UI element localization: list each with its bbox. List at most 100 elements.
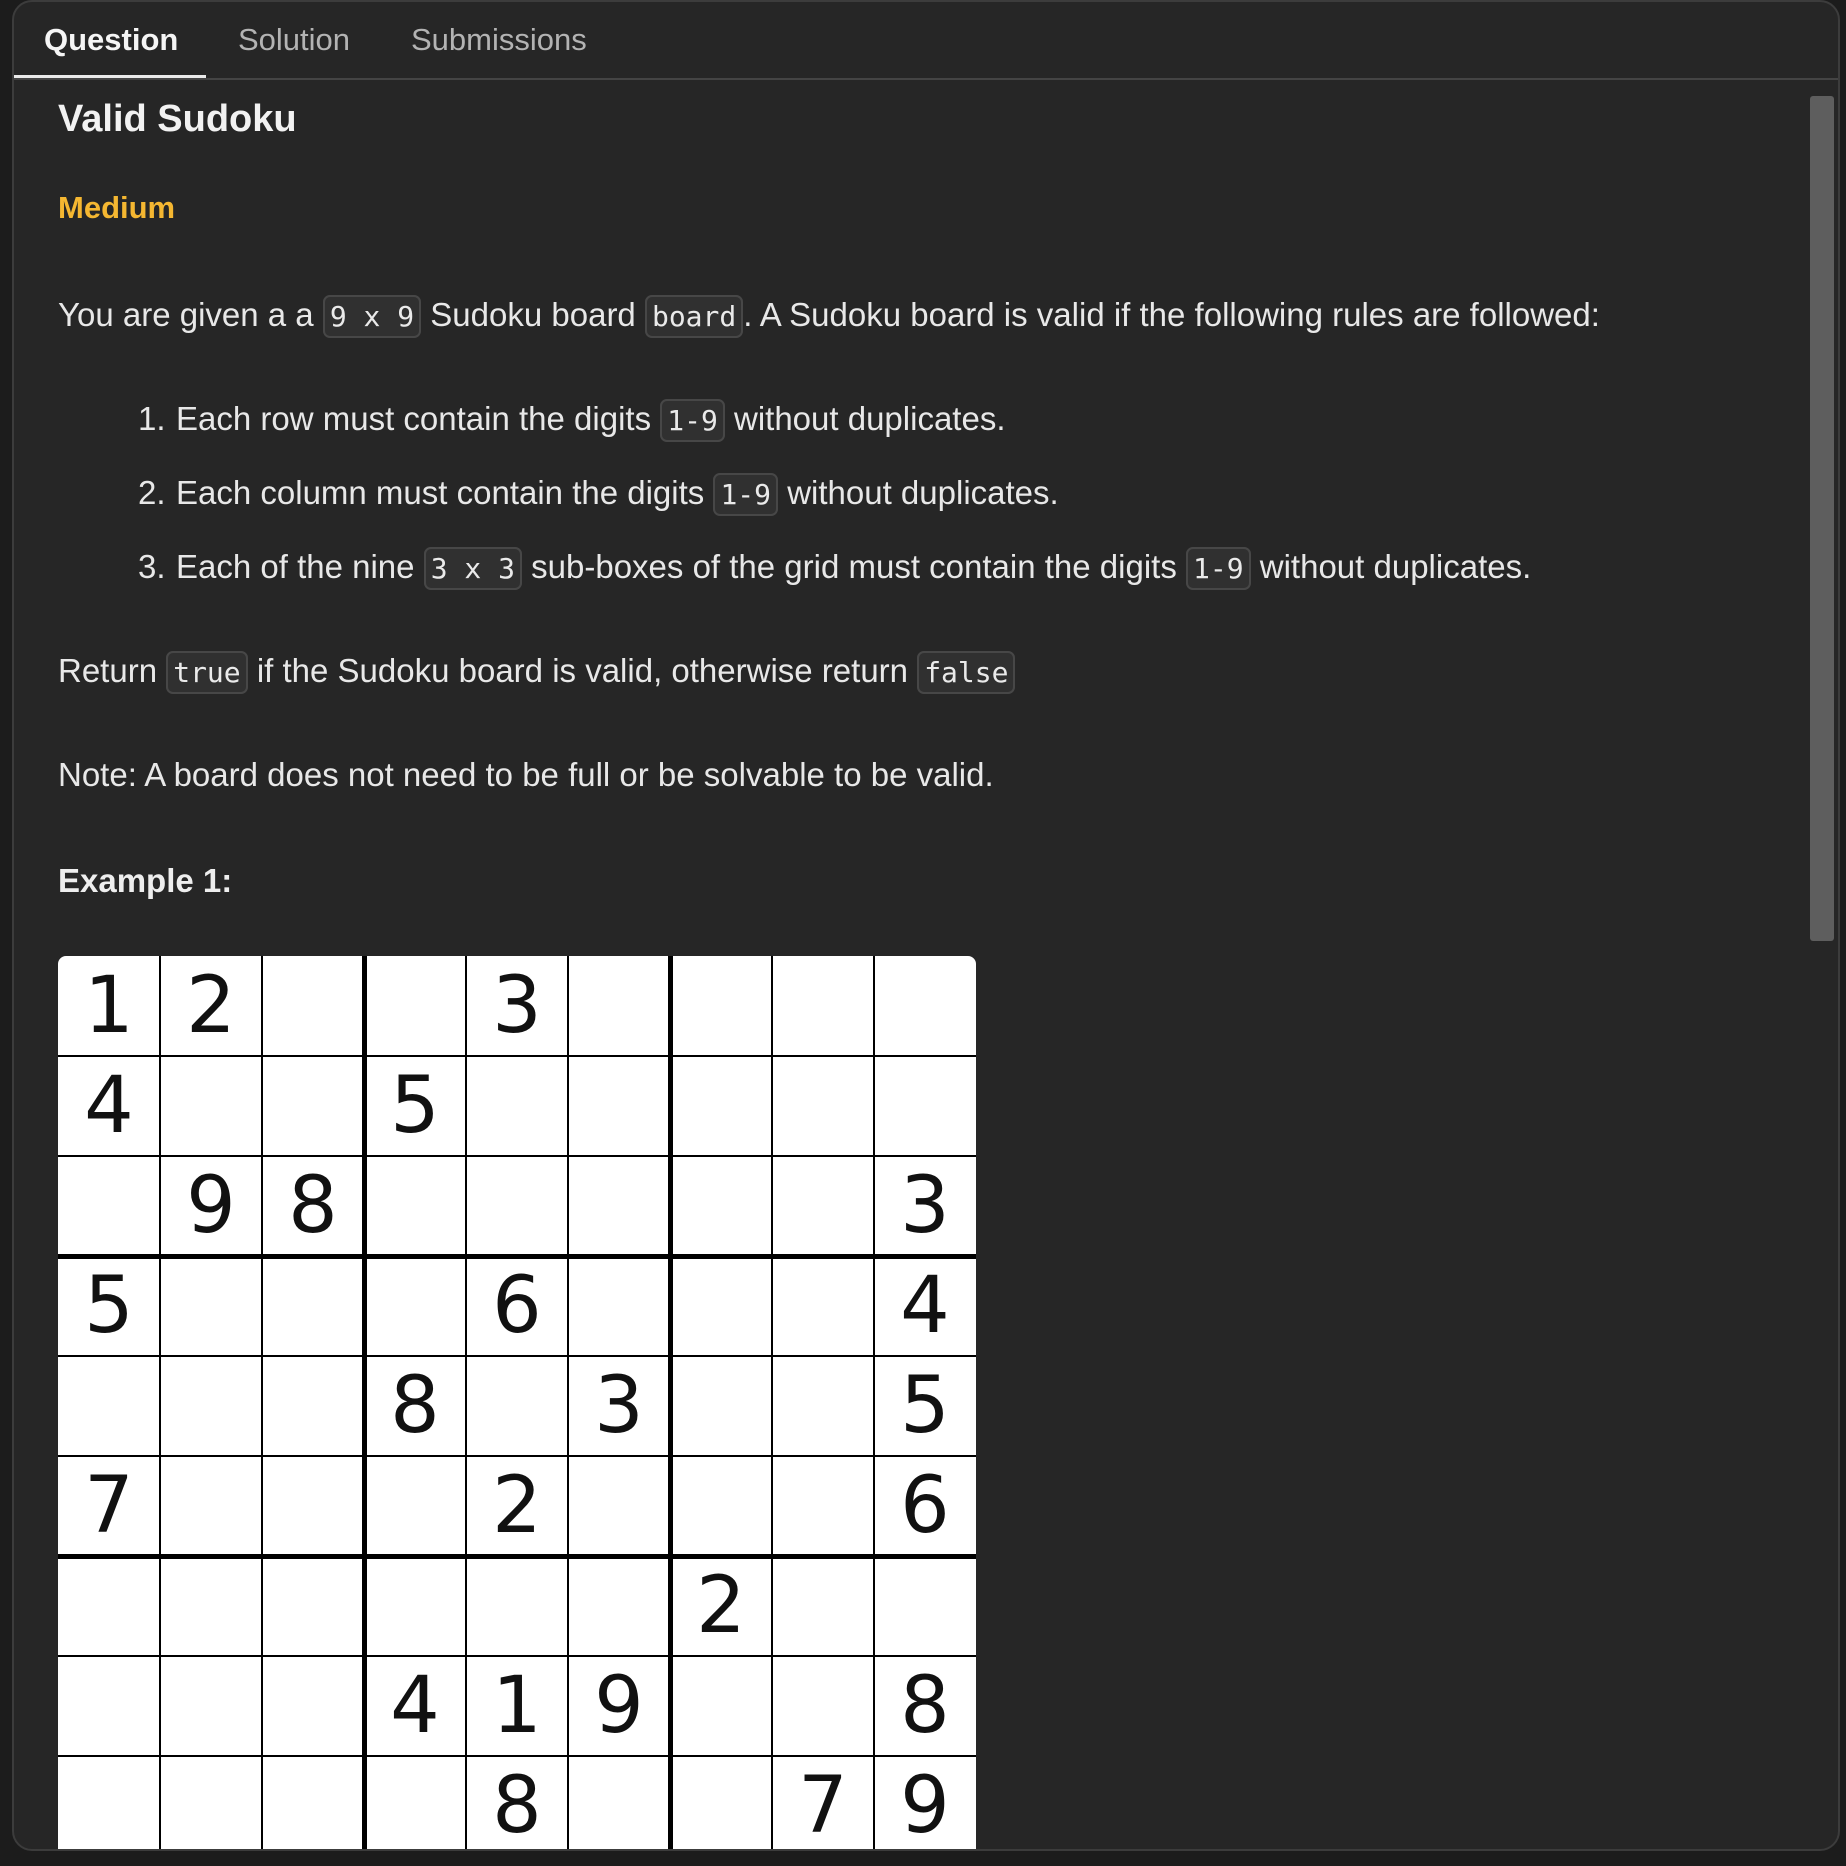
sudoku-cell-r3-c2: 9: [186, 1161, 236, 1251]
sudoku-cell-r6-c7: [670, 1456, 772, 1556]
difficulty-badge: Medium: [58, 190, 176, 225]
sudoku-cell-r8-c2: [160, 1656, 262, 1756]
sudoku-cell-r3-c5: [466, 1156, 568, 1256]
sudoku-cell-r4-c4: [364, 1256, 466, 1356]
scrollbar-thumb[interactable]: [1810, 96, 1834, 941]
code-digit-range: 1-9: [660, 399, 725, 442]
sudoku-cell-r9-c6: [568, 1756, 670, 1849]
code-digit-range: 1-9: [713, 473, 779, 516]
sudoku-cell-r6-c6: [568, 1456, 670, 1556]
sudoku-cell-r6-c5: 2: [492, 1461, 542, 1551]
sudoku-cell-r8-c6: 9: [594, 1661, 644, 1751]
sudoku-cell-r2-c8: [772, 1056, 874, 1156]
sudoku-cell-r8-c3: [262, 1656, 364, 1756]
intro-text-2: Sudoku board: [421, 296, 645, 333]
intro-paragraph: You are given a a 9 x 9 Sudoku board boa…: [58, 295, 1600, 338]
sudoku-cell-r8-c9: 8: [900, 1661, 950, 1751]
rule-item-2: 2. Each column must contain the digits 1-…: [138, 473, 1059, 516]
code-board-size: 9 x 9: [322, 295, 422, 338]
sudoku-cell-r5-c7: [670, 1356, 772, 1456]
sudoku-cell-r6-c3: [262, 1456, 364, 1556]
sudoku-cell-r1-c3: [262, 956, 364, 1056]
sudoku-cell-r7-c3: [262, 1556, 364, 1656]
sudoku-cell-r6-c9: 6: [900, 1461, 950, 1551]
sudoku-cell-r6-c4: [364, 1456, 466, 1556]
tab-solution[interactable]: Solution: [238, 2, 350, 78]
sudoku-cell-r2-c3: [262, 1056, 364, 1156]
sudoku-cell-r3-c3: 8: [288, 1161, 338, 1251]
intro-text-1: You are given a a: [58, 296, 323, 333]
sudoku-cell-r1-c6: [568, 956, 670, 1056]
sudoku-cell-r3-c1: [58, 1156, 160, 1256]
sudoku-cell-r8-c5: 1: [492, 1661, 542, 1751]
sudoku-cell-r1-c1: 1: [84, 961, 134, 1051]
rule-text: without duplicates.: [1250, 548, 1532, 585]
question-panel: Question Solution Submissions Valid Sudo…: [12, 0, 1840, 1851]
tab-question[interactable]: Question: [44, 2, 178, 78]
sudoku-cell-r4-c7: [670, 1256, 772, 1356]
sudoku-cell-r7-c2: [160, 1556, 262, 1656]
sudoku-cell-r4-c1: 5: [84, 1261, 134, 1351]
tab-submissions[interactable]: Submissions: [411, 2, 587, 78]
sudoku-cell-r2-c9: [874, 1056, 976, 1156]
code-box-size: 3 x 3: [423, 547, 522, 590]
sudoku-cell-r9-c4: [364, 1756, 466, 1849]
rule-number: 2.: [138, 474, 166, 511]
rule-text: Each of the nine: [176, 548, 424, 585]
sudoku-cell-r5-c9: 5: [900, 1361, 950, 1451]
sudoku-cell-r2-c6: [568, 1056, 670, 1156]
sudoku-cell-r5-c6: 3: [594, 1361, 644, 1451]
sudoku-cell-r7-c1: [58, 1556, 160, 1656]
rule-item-1: 1. Each row must contain the digits 1-9 w…: [138, 399, 1006, 442]
sudoku-cell-r9-c1: [58, 1756, 160, 1849]
sudoku-cell-r3-c4: [364, 1156, 466, 1256]
sudoku-cell-r2-c1: 4: [84, 1061, 134, 1151]
sudoku-cell-r4-c9: 4: [900, 1261, 950, 1351]
sudoku-cell-r1-c8: [772, 956, 874, 1056]
sudoku-cell-r6-c2: [160, 1456, 262, 1556]
note-paragraph: Note: A board does not need to be full o…: [58, 756, 994, 793]
rule-text: Each column must contain the digits: [176, 474, 714, 511]
sudoku-cell-r7-c6: [568, 1556, 670, 1656]
sudoku-cell-r7-c5: [466, 1556, 568, 1656]
sudoku-cell-r5-c8: [772, 1356, 874, 1456]
sudoku-cell-r3-c7: [670, 1156, 772, 1256]
example-heading: Example 1:: [58, 862, 233, 899]
sudoku-cell-r9-c7: [670, 1756, 772, 1849]
sudoku-cell-r4-c8: [772, 1256, 874, 1356]
sudoku-cell-r7-c7: 2: [696, 1561, 746, 1651]
rule-text: without duplicates.: [724, 400, 1006, 437]
sudoku-cell-r2-c4: 5: [390, 1061, 440, 1151]
sudoku-cell-r5-c4: 8: [390, 1361, 440, 1451]
sudoku-cell-r4-c2: [160, 1256, 262, 1356]
rule-item-3: 3. Each of the nine 3 x 3 sub-boxes of th…: [138, 547, 1532, 590]
tab-bar: Question Solution Submissions: [14, 2, 1838, 80]
sudoku-cell-r7-c9: [874, 1556, 976, 1656]
sudoku-cell-r2-c2: [160, 1056, 262, 1156]
rule-text: sub-boxes of the grid must contain the d…: [521, 548, 1187, 585]
code-true: true: [166, 651, 248, 694]
sudoku-cell-r3-c6: [568, 1156, 670, 1256]
sudoku-cell-r7-c4: [364, 1556, 466, 1656]
sudoku-cell-r4-c3: [262, 1256, 364, 1356]
sudoku-cell-r5-c1: [58, 1356, 160, 1456]
sudoku-cell-r8-c4: 4: [390, 1661, 440, 1751]
sudoku-cell-r1-c9: [874, 956, 976, 1056]
sudoku-cell-r5-c3: [262, 1356, 364, 1456]
return-text-1: Return: [58, 652, 167, 689]
active-tab-indicator: [14, 75, 206, 78]
sudoku-cell-r1-c5: 3: [492, 961, 542, 1051]
sudoku-cell-r2-c7: [670, 1056, 772, 1156]
return-paragraph: Return true if the Sudoku board is valid…: [58, 651, 1016, 694]
sudoku-cell-r8-c1: [58, 1656, 160, 1756]
sudoku-cell-r9-c3: [262, 1756, 364, 1849]
code-false: false: [917, 651, 1016, 694]
rule-text: Each row must contain the digits: [176, 400, 661, 437]
return-text-2: if the Sudoku board is valid, otherwise …: [247, 652, 918, 689]
problem-title: Valid Sudoku: [58, 98, 297, 140]
intro-text-3: . A Sudoku board is valid if the followi…: [743, 296, 1600, 333]
sudoku-cell-r3-c9: 3: [900, 1161, 950, 1251]
rule-text: without duplicates.: [778, 474, 1059, 511]
sudoku-cell-r1-c4: [364, 956, 466, 1056]
sudoku-cell-r7-c8: [772, 1556, 874, 1656]
